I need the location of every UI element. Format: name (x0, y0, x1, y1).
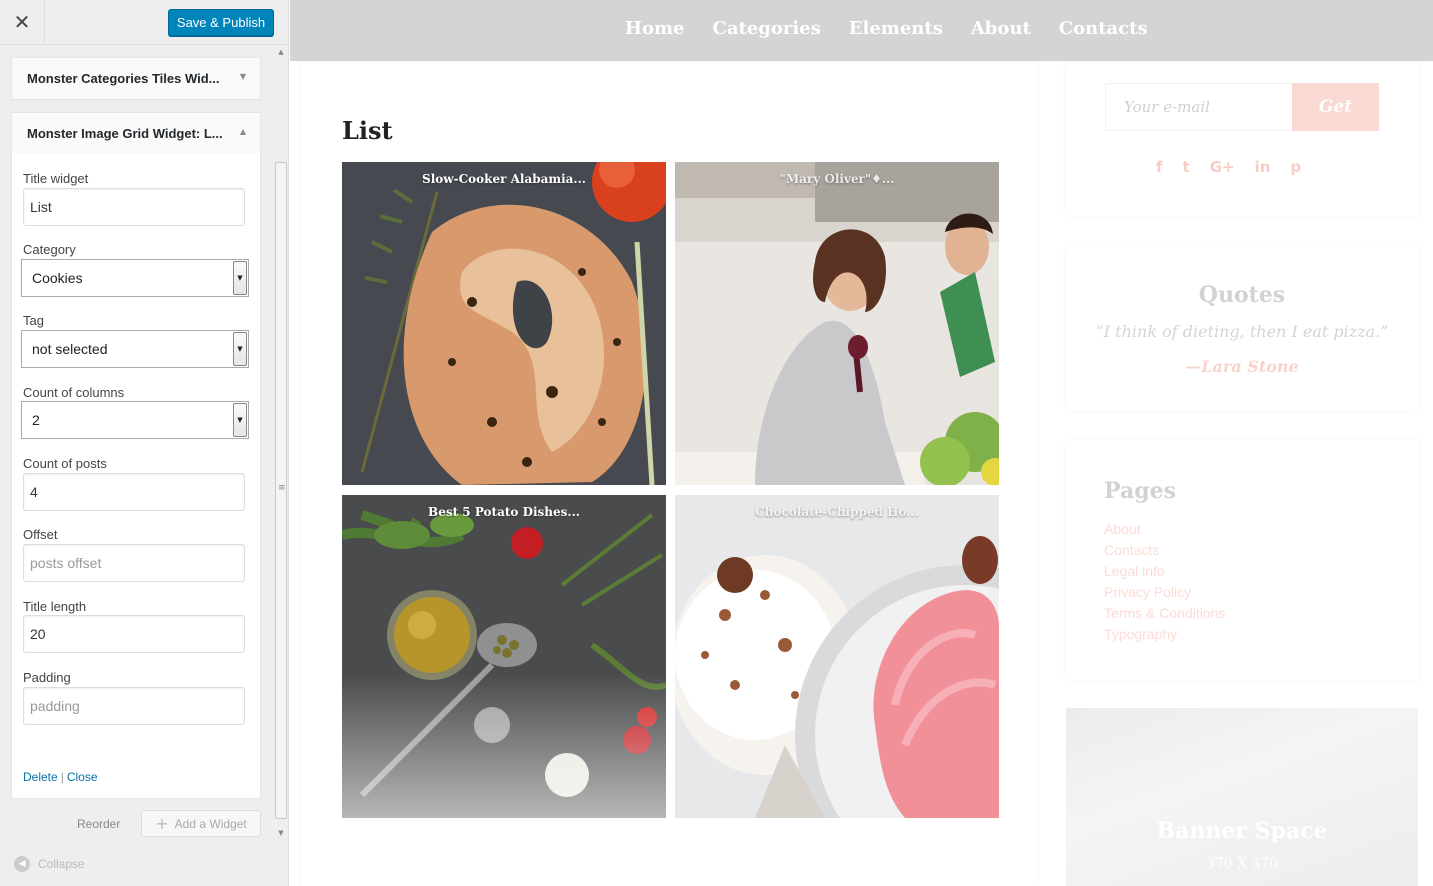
chevron-down-icon[interactable]: ▼ (240, 72, 246, 81)
tile-salmon[interactable]: Slow-Cooker Alabamia... (342, 162, 666, 485)
quote-author: —Lara Stone (1185, 357, 1299, 376)
tile-caption[interactable]: Slow-Cooker Alabamia... (342, 172, 666, 186)
reorder-link[interactable]: Reorder (77, 817, 120, 831)
posts-label: Count of posts (23, 456, 107, 471)
widget-title: Monster Image Grid Widget: L... (27, 126, 223, 141)
close-link[interactable]: Close (67, 770, 98, 784)
nav-elements[interactable]: Elements (849, 18, 943, 39)
page-link-legal[interactable]: Legal info (1104, 561, 1225, 582)
pinterest-icon[interactable]: p (1290, 158, 1301, 176)
padding-input[interactable]: padding (23, 687, 245, 725)
category-select[interactable]: Cookies ▼ (21, 259, 249, 297)
herbs-image (342, 495, 666, 818)
nav-contacts[interactable]: Contacts (1059, 18, 1148, 39)
collapse-button[interactable]: ◀ Collapse (14, 856, 85, 872)
offset-label: Offset (23, 527, 58, 542)
tag-value: not selected (32, 341, 108, 357)
get-button[interactable]: Get (1292, 83, 1379, 131)
cupcakes-image (675, 495, 999, 818)
page-link-terms[interactable]: Terms & Conditions (1104, 603, 1225, 624)
title-length-label: Title length (23, 599, 87, 614)
google-plus-icon[interactable]: G+ (1210, 158, 1235, 176)
columns-value: 2 (32, 412, 40, 428)
category-label: Category (23, 242, 76, 257)
tag-select[interactable]: not selected ▼ (21, 330, 249, 368)
title-widget-input[interactable]: List (23, 188, 245, 226)
nav-about[interactable]: About (971, 18, 1031, 39)
facebook-icon[interactable]: f (1156, 158, 1163, 176)
save-publish-button[interactable]: Save & Publish (168, 9, 274, 36)
tile-cupcakes[interactable]: Chocolate-Chipped Ho... (675, 495, 999, 818)
page-link-privacy[interactable]: Privacy Policy (1104, 582, 1225, 603)
email-input[interactable]: Your e-mail (1105, 83, 1293, 131)
title-length-input[interactable]: 20 (23, 615, 245, 653)
widget-image-grid[interactable]: Monster Image Grid Widget: L... ▲ (11, 112, 261, 155)
add-widget-label: Add a Widget (174, 816, 247, 831)
banner-title: Banner Space (1156, 818, 1328, 844)
widget-title: Monster Categories Tiles Wid... (27, 71, 220, 86)
quotes-title: Quotes (1198, 282, 1286, 308)
chevron-down-icon[interactable]: ▼ (233, 332, 247, 366)
list-title: List (342, 116, 393, 145)
grip-icon: ≡ (278, 483, 286, 493)
add-widget-button[interactable]: + Add a Widget (141, 810, 261, 837)
scrollbar-thumb[interactable]: ≡ (275, 162, 287, 819)
tag-label: Tag (23, 313, 44, 328)
quote-text: “I think of dieting, then I eat pizza.” (1095, 322, 1389, 341)
salmon-image (342, 162, 666, 485)
chevron-down-icon[interactable]: ▼ (233, 261, 247, 295)
twitter-icon[interactable]: t (1183, 158, 1190, 176)
scroll-down-icon[interactable]: ▼ (273, 826, 288, 840)
arrow-left-icon: ◀ (14, 856, 30, 872)
linkedin-icon[interactable]: in (1255, 158, 1271, 176)
close-icon[interactable]: ✕ (0, 0, 45, 44)
tile-couple[interactable]: "Mary Oliver"♦... (675, 162, 999, 485)
separator: | (60, 770, 64, 784)
widget-actions: Delete | Close (23, 770, 98, 784)
columns-label: Count of columns (23, 385, 125, 400)
widget-form: Title widget List Category Cookies ▼ Tag… (11, 154, 261, 799)
tile-herbs[interactable]: Best 5 Potato Dishes... (342, 495, 666, 818)
page-link-typography[interactable]: Typography (1104, 624, 1225, 645)
chevron-down-icon[interactable]: ▼ (233, 403, 247, 437)
widget-categories-tiles[interactable]: Monster Categories Tiles Wid... ▼ (11, 57, 261, 100)
tile-caption[interactable]: "Mary Oliver"♦... (675, 172, 999, 186)
pages-title: Pages (1104, 478, 1176, 504)
plus-icon: + (155, 814, 169, 833)
nav-home[interactable]: Home (625, 18, 685, 39)
top-navigation: Home Categories Elements About Contacts (290, 0, 1433, 61)
offset-input[interactable]: posts offset (23, 544, 245, 582)
customizer-sidebar: ✕ Save & Publish Monster Categories Tile… (0, 0, 289, 886)
pages-list: About Contacts Legal info Privacy Policy… (1104, 519, 1225, 645)
sidebar-scrollbar[interactable]: ▲ ≡ ▼ (273, 45, 288, 841)
nav-categories[interactable]: Categories (713, 18, 821, 39)
delete-link[interactable]: Delete (23, 770, 58, 784)
site-preview: Home Categories Elements About Contacts … (290, 0, 1433, 886)
padding-label: Padding (23, 670, 71, 685)
posts-input[interactable]: 4 (23, 473, 245, 511)
category-value: Cookies (32, 270, 83, 286)
tile-caption[interactable]: Chocolate-Chipped Ho... (675, 505, 999, 519)
tile-caption[interactable]: Best 5 Potato Dishes... (342, 505, 666, 519)
page-link-contacts[interactable]: Contacts (1104, 540, 1225, 561)
page-link-about[interactable]: About (1104, 519, 1225, 540)
collapse-label: Collapse (38, 857, 85, 871)
banner-size: 370 X 370 (1205, 856, 1279, 872)
customizer-header: ✕ Save & Publish (0, 0, 288, 45)
social-links: f t G+ in p (1156, 158, 1301, 176)
columns-select[interactable]: 2 ▼ (21, 401, 249, 439)
title-widget-label: Title widget (23, 171, 89, 186)
couple-image (675, 162, 999, 485)
banner-space[interactable]: Banner Space 370 X 370 (1066, 708, 1418, 886)
chevron-up-icon[interactable]: ▲ (240, 127, 246, 136)
scroll-up-icon[interactable]: ▲ (273, 45, 288, 59)
